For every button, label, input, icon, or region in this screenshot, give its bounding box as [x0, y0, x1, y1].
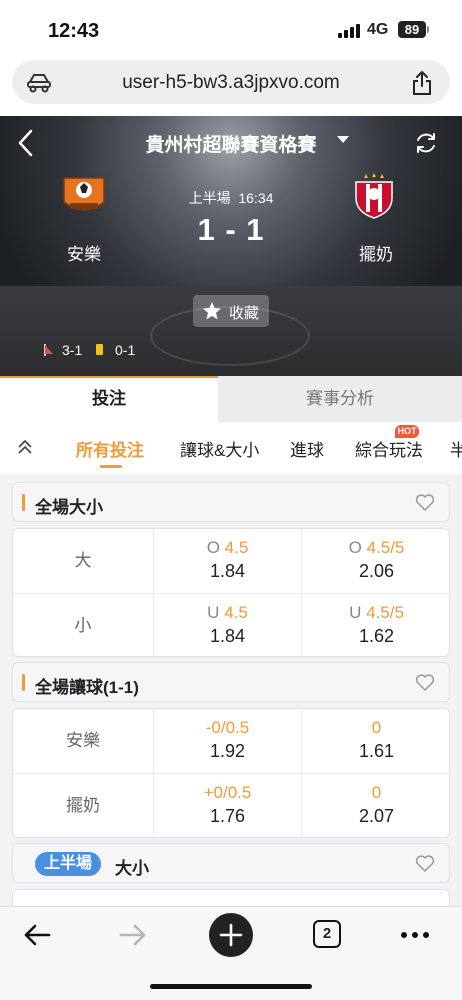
odds-cell[interactable]: 0 2.07	[302, 774, 449, 837]
heart-icon[interactable]	[415, 493, 435, 512]
accent-bar	[22, 494, 25, 511]
subtab-active-indicator	[100, 465, 122, 468]
market-title: 全場讓球(1-1)	[35, 678, 139, 697]
heart-icon[interactable]	[415, 673, 435, 692]
match-header: 貴州村超聯賽資格賽 安樂 擺奶 上半場 16:34 1 - 1 收藏 3-1 0…	[0, 116, 462, 376]
subtab-all-bets[interactable]: 所有投注	[76, 436, 144, 461]
period-label: 上半場	[188, 190, 231, 206]
market-title: 大小	[115, 859, 149, 878]
odds-value: 1.76	[209, 806, 246, 826]
league-title[interactable]: 貴州村超聯賽資格賽	[0, 130, 462, 157]
odds-value: 1.92	[209, 741, 246, 761]
status-time: 12:43	[48, 20, 100, 42]
subtab-handicap-ou[interactable]: 讓球&大小	[180, 436, 259, 461]
heart-icon[interactable]	[415, 854, 435, 873]
odds-value: 1.62	[358, 626, 395, 646]
status-bar: 12:43 4G 89	[0, 0, 462, 56]
line-value: O 4.5	[206, 538, 249, 557]
line-value: -0/0.5	[205, 718, 250, 737]
collapse-icon[interactable]	[16, 438, 34, 456]
match-clock: 16:34	[238, 190, 274, 206]
favorite-button[interactable]: 收藏	[193, 295, 269, 327]
signal-icon	[338, 24, 360, 38]
line-value: 0	[371, 718, 382, 737]
yellow-card-icon	[96, 344, 103, 355]
plus-icon[interactable]	[208, 912, 254, 958]
line-value: 0	[371, 783, 382, 802]
hot-badge: HOT	[395, 425, 419, 438]
tab-active-indicator	[0, 376, 218, 378]
odds-value: 1.84	[209, 561, 246, 581]
market-header-handicap-full[interactable]: 全場讓球(1-1)	[12, 662, 450, 702]
row-label: 安樂	[13, 709, 154, 773]
share-icon[interactable]	[410, 70, 434, 96]
address-bar[interactable]: user-h5-bw3.a3jpxvo.com	[12, 60, 450, 104]
subtab-combo[interactable]: 綜合玩法	[355, 436, 423, 461]
market-row: 大 O 4.5 1.84 O 4.5/5 2.06	[13, 529, 449, 593]
first-half-badge: 上半場	[35, 852, 102, 876]
line-value: +0/0.5	[203, 783, 252, 802]
line-value: U 4.5	[207, 603, 248, 622]
battery-tip	[427, 26, 429, 33]
home-indicator	[150, 984, 312, 989]
market-header-ou-full[interactable]: 全場大小	[12, 482, 450, 522]
tab-analysis[interactable]: 賽事分析	[218, 376, 462, 422]
market-row: 小 U 4.5 1.84 U 4.5/5 1.62	[13, 593, 449, 656]
network-type: 4G	[367, 21, 389, 38]
odds-value: 2.07	[358, 806, 395, 826]
battery-icon: 89	[398, 21, 426, 38]
odds-cell[interactable]: U 4.5 1.84	[154, 594, 302, 656]
row-label: 大	[13, 529, 154, 593]
tabs-icon[interactable]: 2	[313, 920, 341, 948]
subtab-goals[interactable]: 進球	[290, 436, 324, 461]
odds-cell[interactable]: O 4.5/5 2.06	[302, 529, 449, 593]
odds-value: 1.84	[209, 626, 246, 646]
star-icon	[203, 302, 221, 320]
market-body-handicap-full: 安樂 -0/0.5 1.92 0 1.61 擺奶 +0/0.5 1.76 0 2…	[12, 708, 450, 838]
favorite-label: 收藏	[229, 305, 260, 322]
row-label: 小	[13, 594, 154, 656]
arrow-right-icon[interactable]	[118, 921, 148, 949]
corners-count: 3-1	[62, 342, 83, 358]
tab-bets[interactable]: 投注	[0, 376, 218, 422]
odds-cell[interactable]: +0/0.5 1.76	[154, 774, 302, 837]
refresh-icon[interactable]	[413, 130, 439, 156]
browser-address-area: user-h5-bw3.a3jpxvo.com	[0, 56, 462, 116]
market-row: 擺奶 +0/0.5 1.76 0 2.07	[13, 773, 449, 837]
corner-flag-icon	[44, 344, 53, 356]
market-body-ou-full: 大 O 4.5 1.84 O 4.5/5 2.06 小 U 4.5 1.84 U…	[12, 528, 450, 657]
match-period: 上半場 16:34	[0, 188, 462, 208]
bet-type-tabs: 所有投注 讓球&大小 進球 綜合玩法 HOT 半	[0, 422, 462, 474]
market-header-ou-first-half[interactable]: 上半場 大小	[12, 843, 450, 883]
market-row: 安樂 -0/0.5 1.92 0 1.61	[13, 709, 449, 773]
market-title: 全場大小	[35, 498, 103, 517]
url-text[interactable]: user-h5-bw3.a3jpxvo.com	[12, 72, 450, 94]
chevron-down-icon[interactable]	[337, 136, 349, 143]
line-value: O 4.5/5	[348, 538, 405, 557]
odds-cell[interactable]: U 4.5/5 1.62	[302, 594, 449, 656]
odds-value: 1.61	[358, 741, 395, 761]
yellow-cards-count: 0-1	[115, 342, 136, 358]
odds-value: 2.06	[358, 561, 395, 581]
odds-cell[interactable]: O 4.5 1.84	[154, 529, 302, 593]
row-label: 擺奶	[13, 774, 154, 837]
match-score: 1 - 1	[197, 212, 265, 247]
odds-cell[interactable]: 0 1.61	[302, 709, 449, 773]
odds-cell[interactable]: -0/0.5 1.92	[154, 709, 302, 773]
line-value: U 4.5/5	[349, 603, 404, 622]
arrow-left-icon[interactable]	[22, 921, 52, 949]
more-icon[interactable]	[400, 931, 430, 939]
main-tabs: 投注 賽事分析	[0, 376, 462, 422]
subtab-half[interactable]: 半	[450, 436, 462, 461]
accent-bar	[22, 674, 25, 691]
